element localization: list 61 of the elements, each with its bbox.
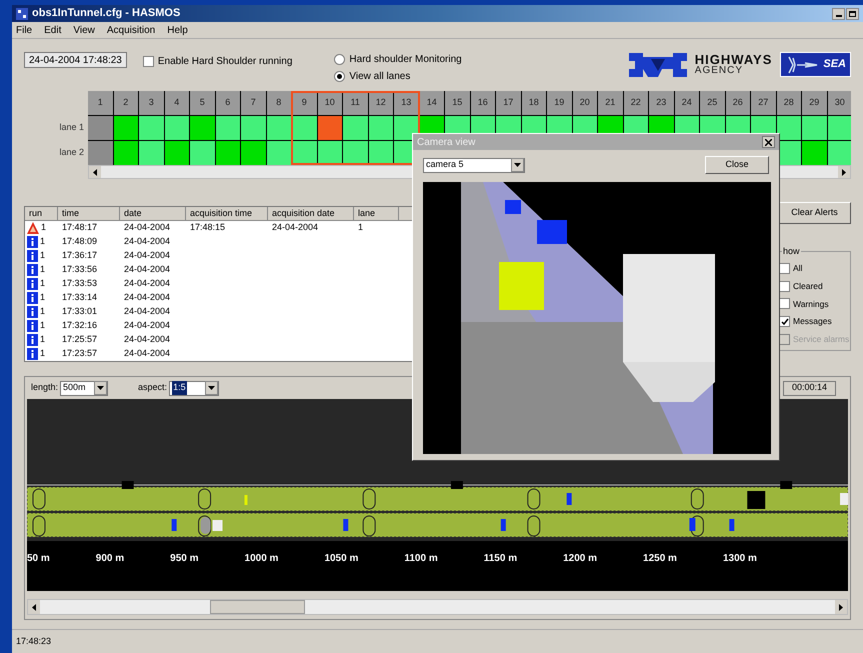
table-cell: 24-04-2004 [124, 306, 170, 316]
window-title: obs1InTunnel.cfg - HASMOS [32, 6, 180, 22]
distance-label: 1050 m [324, 552, 358, 566]
table-cell-text: 1 [40, 277, 46, 290]
lane-label: lane 2 [59, 146, 84, 159]
partner-logo-text: SEA [823, 57, 846, 72]
table-cell: 24-04-2004 [124, 250, 170, 260]
logo-title: HIGHWAYS [694, 53, 772, 66]
distance-label: 1000 m [244, 552, 278, 566]
table-cell: 1 [358, 222, 364, 232]
table-cell: 24-04-2004 [124, 348, 170, 358]
distance-label: 50 m [27, 552, 50, 566]
distance-label: 950 m [170, 552, 199, 566]
table-cell-text: 1 [40, 305, 46, 318]
distance-label: 1150 m [484, 552, 518, 566]
table-cell-text: 1 [40, 347, 46, 360]
checkbox-label: Warnings [793, 298, 829, 310]
table-cell: 24-04-2004 [124, 264, 170, 274]
distance-label: 900 m [96, 552, 124, 566]
table-cell: 17:33:56 [62, 264, 98, 274]
table-cell: 24-04-2004 [124, 320, 170, 330]
checkbox-label: Messages [793, 315, 832, 328]
table-cell: 17:25:57 [62, 334, 98, 344]
table-cell: 17:36:17 [62, 250, 98, 260]
logo-subtitle: AGENCY [694, 66, 744, 76]
radio-label: Hard shoulder Monitoring [349, 53, 462, 67]
table-cell-text: 1 [40, 319, 46, 332]
table-cell: 17:33:14 [62, 292, 98, 302]
table-cell: 24-04-2004 [124, 334, 170, 344]
distance-label: 1100 m [404, 552, 438, 566]
table-cell-text: 1 [41, 221, 46, 234]
table-cell: 17:33:53 [62, 278, 98, 288]
table-cell-text: 1 [40, 249, 46, 262]
table-cell: 17:48:09 [62, 236, 98, 246]
checkbox-label: Service alarms [793, 333, 850, 346]
radio-label: View all lanes [349, 70, 410, 84]
table-cell-text: 1 [40, 263, 46, 276]
aspect-label: aspect: [138, 381, 168, 394]
checkbox-label: Enable Hard Shoulder running [158, 55, 292, 69]
distance-label: 1250 m [643, 552, 677, 566]
table-cell: 17:23:57 [62, 348, 98, 358]
table-cell: 24-04-2004 [124, 222, 170, 232]
distance-label: 1300 m [722, 552, 757, 566]
distance-label: 1200 m [563, 552, 598, 566]
table-cell: 17:48:15 [190, 222, 226, 232]
table-cell-text: 1 [40, 291, 46, 304]
table-cell: 17:48:17 [62, 222, 98, 232]
length-label: length: [31, 381, 58, 394]
table-cell: 24-04-2004 [272, 222, 318, 232]
table-cell: 24-04-2004 [124, 278, 170, 288]
table-cell-text: 1 [40, 333, 46, 346]
table-cell: 17:32:16 [62, 320, 98, 330]
status-bar-text: 17:48:23 [16, 634, 52, 648]
table-cell-text: 1 [40, 235, 46, 248]
table-cell: 17:33:01 [62, 306, 98, 316]
table-cell: 24-04-2004 [124, 236, 170, 246]
checkbox-label: All [793, 262, 802, 275]
dialog-title: Camera view [417, 136, 476, 150]
table-cell: 24-04-2004 [124, 292, 170, 302]
checkbox-label: Cleared [793, 280, 823, 292]
lane-label: lane 1 [59, 120, 84, 134]
